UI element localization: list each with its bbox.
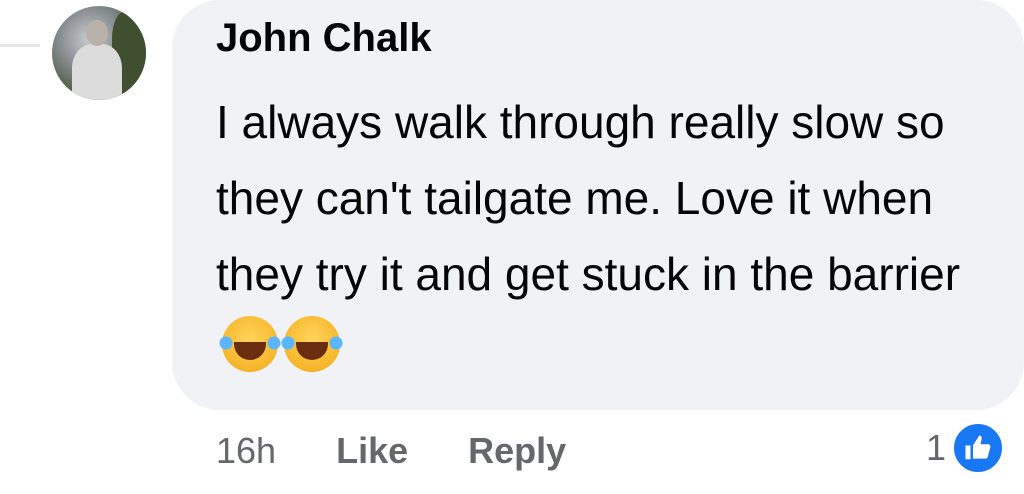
comment-actions: 16h Like Reply [216,430,566,472]
comment-author[interactable]: John Chalk [216,16,432,61]
laughing-tears-emoji-icon [218,316,282,372]
reply-button[interactable]: Reply [468,430,566,472]
avatar[interactable] [52,6,146,100]
reaction-count: 1 [925,427,946,468]
avatar-figure-body [72,44,122,100]
comment-text: I always walk through really slow so the… [216,84,996,388]
thread-line [0,44,40,47]
laughing-tears-emoji-icon [280,316,344,372]
comment-timestamp[interactable]: 16h [216,430,276,472]
avatar-figure-head [86,20,108,46]
comment-bubble: John Chalk I always walk through really … [172,0,1024,410]
thumbs-up-icon [950,420,1006,476]
reaction-summary[interactable]: 1 [926,420,1006,476]
like-button[interactable]: Like [336,430,408,472]
comment-body: I always walk through really slow so the… [216,96,961,300]
